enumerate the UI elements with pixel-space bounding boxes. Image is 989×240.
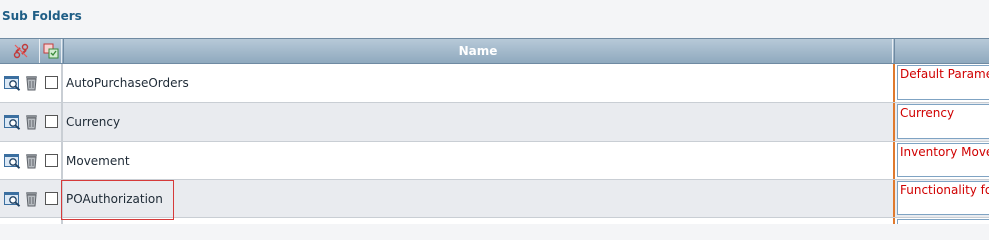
table-row: AutoPurchaseOrders Default Parameters [0, 64, 989, 103]
description-field[interactable]: Currency [897, 104, 989, 139]
row-actions [0, 142, 62, 179]
row-checkbox[interactable] [45, 154, 58, 167]
column-header-name[interactable]: Name [63, 39, 893, 63]
table-row: Movement Inventory Movement [0, 142, 989, 180]
column-header-description[interactable] [894, 39, 989, 63]
folder-name[interactable]: Currency [62, 103, 894, 141]
description-field[interactable]: Functionality for [897, 181, 989, 215]
grid-header: Name [0, 38, 989, 64]
row-checkbox[interactable] [45, 76, 58, 89]
description-field[interactable]: Default Parameters [897, 65, 989, 100]
magnifier-view-icon[interactable] [4, 192, 21, 207]
row-actions [0, 64, 62, 102]
trash-icon[interactable] [25, 114, 38, 130]
table-row: Currency Currency [0, 103, 989, 142]
table-row: POAuthorization Functionality for [0, 180, 989, 218]
folder-name-partial [62, 218, 894, 224]
folder-name[interactable]: POAuthorization [62, 180, 894, 217]
description-field-partial [897, 219, 989, 224]
sub-folders-title: Sub Folders [2, 9, 82, 23]
description-cell-partial [893, 218, 989, 224]
magnifier-view-icon[interactable] [4, 76, 21, 91]
row-actions [0, 218, 62, 224]
trash-icon[interactable] [25, 153, 38, 169]
folder-name[interactable]: Movement [62, 142, 894, 179]
description-cell: Default Parameters [893, 64, 989, 102]
folder-name[interactable]: AutoPurchaseOrders [62, 64, 894, 102]
row-actions [0, 103, 62, 141]
header-action-cell [0, 39, 40, 63]
row-checkbox[interactable] [45, 192, 58, 205]
description-field[interactable]: Inventory Movement [897, 143, 989, 177]
description-cell: Inventory Movement [893, 142, 989, 179]
magnifier-view-icon[interactable] [4, 154, 21, 169]
description-cell: Functionality for [893, 180, 989, 217]
trash-icon[interactable] [25, 191, 38, 207]
magnifier-view-icon[interactable] [4, 115, 21, 130]
trash-icon[interactable] [25, 75, 38, 91]
row-actions [0, 180, 62, 217]
description-cell: Currency [893, 103, 989, 141]
header-select-cell [40, 39, 62, 63]
multi-select-icon[interactable] [43, 43, 59, 59]
sub-folders-grid: Name AutoPurchaseOrders Default Paramete… [0, 38, 989, 224]
table-row-partial [0, 218, 989, 224]
row-checkbox[interactable] [45, 115, 58, 128]
link-break-icon[interactable] [13, 43, 29, 59]
